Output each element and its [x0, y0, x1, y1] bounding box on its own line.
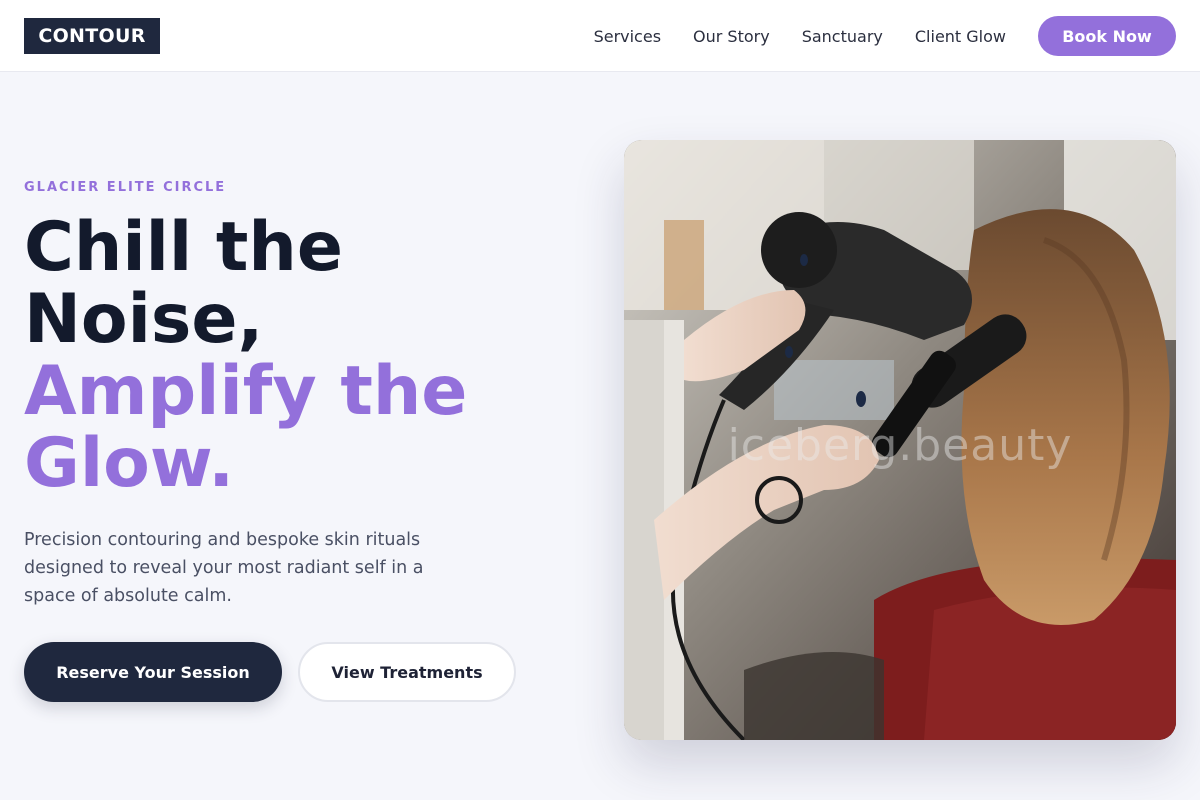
nav-link-client-glow[interactable]: Client Glow [915, 27, 1006, 46]
reserve-session-button[interactable]: Reserve Your Session [24, 642, 282, 702]
hero-image: iceberg.beauty [624, 140, 1176, 740]
hero-eyebrow: GLACIER ELITE CIRCLE [24, 180, 227, 195]
headline-accent-line-1: Amplify the [24, 352, 468, 431]
nav-link-services[interactable]: Services [594, 27, 661, 46]
nav-link-sanctuary[interactable]: Sanctuary [802, 27, 883, 46]
view-treatments-button[interactable]: View Treatments [298, 642, 516, 702]
hero-description: Precision contouring and bespoke skin ri… [24, 530, 424, 606]
brand-logo[interactable]: CONTOUR [24, 18, 160, 54]
hero-headline: Chill the Noise, Amplify the Glow. [24, 212, 584, 500]
headline-line-1: Chill the [24, 208, 343, 287]
headline-line-2: Noise, [24, 280, 264, 359]
image-watermark: iceberg.beauty [727, 420, 1073, 471]
headline-accent-line-2: Glow. [24, 424, 235, 503]
main-nav: Services Our Story Sanctuary Client Glow… [594, 0, 1176, 72]
site-header: CONTOUR Services Our Story Sanctuary Cli… [0, 0, 1200, 72]
book-now-button[interactable]: Book Now [1038, 16, 1176, 56]
nav-link-our-story[interactable]: Our Story [693, 27, 770, 46]
